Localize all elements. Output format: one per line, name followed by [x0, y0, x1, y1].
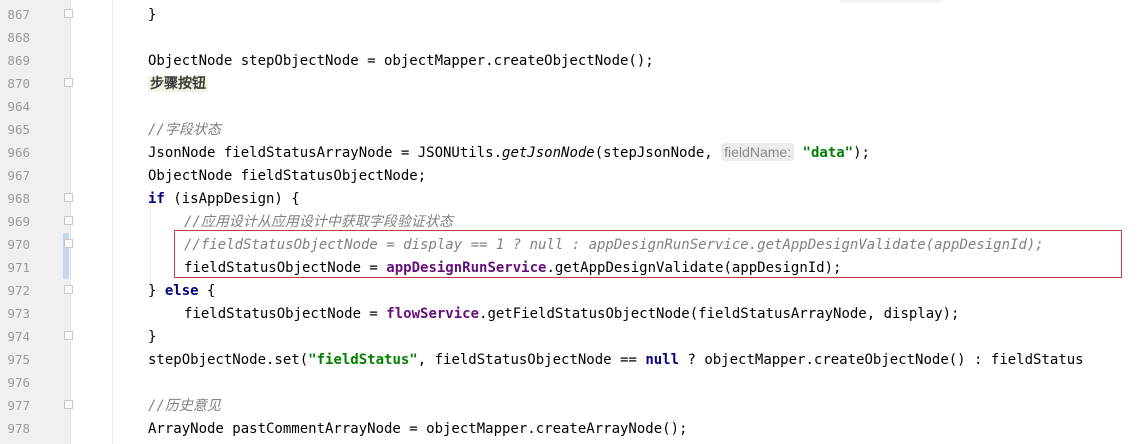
- code-text: } else {: [148, 283, 216, 299]
- code-text: }: [148, 329, 157, 345]
- line-number: 869: [7, 53, 30, 68]
- code-line[interactable]: 867 }: [0, 3, 1146, 26]
- code-line[interactable]: 868: [0, 26, 1146, 49]
- line-number: 970: [7, 237, 30, 252]
- parameter-hint: fieldName:: [721, 143, 795, 161]
- code-line[interactable]: 978 ArrayNode pastCommentArrayNode = obj…: [0, 417, 1146, 440]
- line-number: 964: [7, 99, 30, 114]
- code-line[interactable]: 973 fieldStatusObjectNode = flowService.…: [0, 302, 1146, 325]
- fold-icon[interactable]: [64, 78, 73, 87]
- code-line[interactable]: 976: [0, 371, 1146, 394]
- code-text: if (isAppDesign) {: [148, 191, 300, 207]
- code-line[interactable]: 968 if (isAppDesign) {: [0, 187, 1146, 210]
- line-number: 971: [7, 260, 30, 275]
- line-number: 974: [7, 329, 30, 344]
- line-number: 870: [7, 76, 30, 91]
- code-comment: //字段状态: [148, 122, 221, 138]
- code-comment: //应用设计从应用设计中获取字段验证状态: [184, 214, 453, 230]
- code-editor[interactable]: 867 } 868 869 ObjectNode stepObjectNode …: [0, 0, 1146, 444]
- line-number: 968: [7, 191, 30, 206]
- line-number: 867: [7, 7, 30, 22]
- code-line[interactable]: 974 }: [0, 325, 1146, 348]
- fold-icon[interactable]: [64, 239, 73, 248]
- fold-icon[interactable]: [64, 216, 73, 225]
- line-number: 969: [7, 214, 30, 229]
- code-comment: //历史意见: [148, 398, 221, 414]
- line-number: 975: [7, 352, 30, 367]
- line-number: 972: [7, 283, 30, 298]
- code-line[interactable]: 977 //历史意见: [0, 394, 1146, 417]
- code-text: ArrayNode pastCommentArrayNode = objectM…: [148, 421, 688, 437]
- highlight-annotation-box: [174, 230, 1122, 278]
- folded-region-label[interactable]: 步骤按钮: [148, 76, 208, 92]
- code-text: JsonNode fieldStatusArrayNode = JSONUtil…: [148, 143, 870, 161]
- code-line[interactable]: 966 JsonNode fieldStatusArrayNode = JSON…: [0, 141, 1146, 164]
- line-number: 967: [7, 168, 30, 183]
- code-text: ObjectNode fieldStatusObjectNode;: [148, 168, 427, 184]
- code-text: }: [148, 7, 157, 23]
- line-number: 973: [7, 306, 30, 321]
- code-line[interactable]: 967 ObjectNode fieldStatusObjectNode;: [0, 164, 1146, 187]
- line-number: 977: [7, 398, 30, 413]
- line-number: 966: [7, 145, 30, 160]
- code-line[interactable]: 870 步骤按钮: [0, 72, 1146, 95]
- code-line[interactable]: 972 } else {: [0, 279, 1146, 302]
- code-line[interactable]: 965 //字段状态: [0, 118, 1146, 141]
- code-line[interactable]: 869 ObjectNode stepObjectNode = objectMa…: [0, 49, 1146, 72]
- line-number: 965: [7, 122, 30, 137]
- fold-icon[interactable]: [64, 285, 73, 294]
- code-text: ObjectNode stepObjectNode = objectMapper…: [148, 53, 654, 69]
- code-text: stepObjectNode.set("fieldStatus", fieldS…: [148, 352, 1084, 368]
- fold-icon[interactable]: [64, 193, 73, 202]
- code-line[interactable]: 975 stepObjectNode.set("fieldStatus", fi…: [0, 348, 1146, 371]
- line-number: 868: [7, 30, 30, 45]
- fold-icon[interactable]: [64, 400, 73, 409]
- code-line[interactable]: 964: [0, 95, 1146, 118]
- line-number: 978: [7, 421, 30, 436]
- fold-icon[interactable]: [64, 9, 73, 18]
- fold-icon[interactable]: [64, 331, 73, 340]
- change-marker[interactable]: [63, 256, 69, 279]
- code-text: fieldStatusObjectNode = flowService.getF…: [184, 306, 960, 322]
- line-number: 976: [7, 375, 30, 390]
